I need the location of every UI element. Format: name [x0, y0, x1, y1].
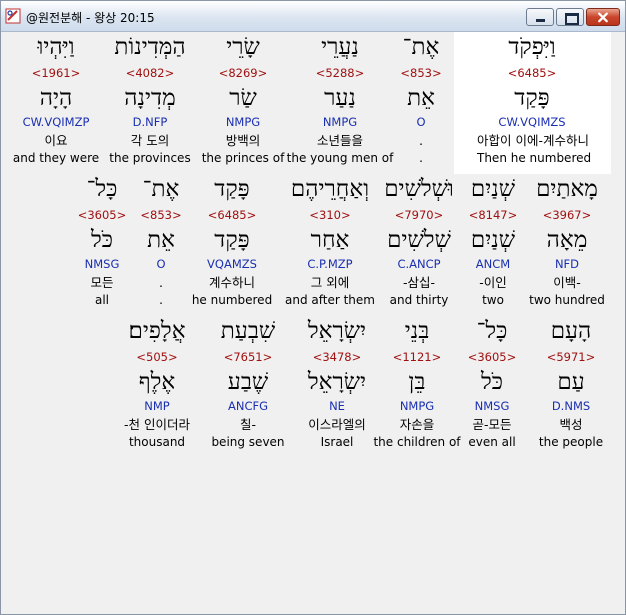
korean-gloss: 아합이 이에-계수하니	[477, 133, 589, 148]
morphology-code: NMSG	[84, 257, 120, 271]
morphology-code: NMPG	[322, 115, 358, 129]
english-gloss: and after them	[285, 293, 375, 307]
hebrew-word: אֲלָפִים׃	[128, 318, 186, 344]
morphology-code: CW.VQIMZS	[498, 115, 566, 129]
maximize-button[interactable]	[556, 8, 584, 26]
strong-number: <6485>	[507, 66, 557, 80]
app-icon	[5, 8, 21, 24]
korean-gloss: -천 인이더라	[124, 417, 190, 432]
word-cell[interactable]: נַעֲרֵי <5288> נַעַר NMPG 소년들을 the young men …	[285, 32, 395, 174]
strong-number: <1961>	[31, 66, 81, 80]
word-cell[interactable]: הַמְּדִינוֹת <4082> מְדִינָה D.NFP 각 도의 the p…	[95, 32, 205, 174]
window-title: @원전분해 - 왕상 20:15	[26, 11, 155, 25]
hebrew-lemma: פָּקַד	[514, 85, 550, 111]
morphology-code: NMP	[144, 399, 170, 413]
hebrew-lemma: כֹּל	[90, 227, 113, 253]
hebrew-lemma: מְדִינָה	[124, 85, 176, 111]
hebrew-word: וַיִּפְקֹד	[508, 34, 556, 60]
minimize-icon	[536, 19, 545, 22]
minimize-button[interactable]	[526, 8, 554, 26]
korean-gloss: 이요	[44, 133, 68, 148]
korean-gloss: 모든	[90, 275, 114, 290]
hebrew-lemma: אֶלֶף	[138, 369, 176, 395]
korean-gloss: 그 외에	[310, 275, 350, 290]
close-button[interactable]	[586, 8, 620, 26]
morphology-code: CW.VQIMZP	[22, 115, 90, 129]
strong-number: <3605>	[77, 208, 127, 222]
strong-number: <5288>	[315, 66, 365, 80]
strong-number: <505>	[136, 350, 178, 364]
strong-number: <310>	[309, 208, 351, 222]
english-gloss: and they were	[12, 151, 100, 165]
strong-number: <4082>	[125, 66, 175, 80]
english-gloss: Then he numbered	[477, 151, 592, 165]
hebrew-word: וַיִּהְיוּ	[37, 34, 75, 60]
interlinear-panel: וַיִּפְקֹד <6485> פָּקַד CW.VQIMZS 아합이 이에-계수…	[5, 32, 623, 612]
word-cell[interactable]: אֲלָפִים׃ <505> אֶלֶף NMP -천 인이더라 thousand	[102, 316, 212, 458]
korean-gloss: 소년들을	[316, 133, 363, 148]
word-cell[interactable]: וַיִּפְקֹד <6485> פָּקַד CW.VQIMZS 아합이 이에-계수…	[477, 32, 592, 174]
english-gloss: thousand	[128, 435, 186, 449]
word-cell[interactable]: כָּל־ <3605> כֹּל NMSG 모든 all	[47, 174, 157, 316]
hebrew-lemma: אַחַר	[310, 227, 350, 253]
app-window: @원전분해 - 왕상 20:15 וַיִּפְקֹד <6485> פָּקַד C…	[0, 0, 626, 615]
hebrew-lemma: נַעַר	[324, 85, 356, 111]
korean-gloss: 각 도의	[130, 133, 170, 148]
morphology-code: D.NFP	[132, 115, 168, 129]
english-gloss: the provinces	[109, 151, 191, 165]
close-icon	[598, 12, 608, 23]
hebrew-word: וְאַחֲרֵיהֶם	[290, 176, 370, 202]
hebrew-lemma: הָיָה	[39, 85, 73, 111]
word-cell[interactable]: וְאַחֲרֵיהֶם <310> אַחַר C.P.MZP 그 외에 and aft…	[275, 174, 385, 316]
hebrew-word: כָּל־	[86, 176, 118, 202]
hebrew-word: הַמְּדִינוֹת	[114, 34, 186, 60]
english-gloss: the young men of	[286, 151, 394, 165]
word-cell[interactable]: וַיִּהְיוּ <1961> הָיָה CW.VQIMZP 이요 and they…	[1, 32, 111, 174]
morphology-code: C.P.MZP	[307, 257, 353, 271]
maximize-icon	[565, 13, 579, 25]
english-gloss: all	[94, 293, 110, 307]
title-bar[interactable]: @원전분해 - 왕상 20:15	[1, 1, 625, 32]
hebrew-word: נַעֲרֵי	[321, 34, 359, 60]
